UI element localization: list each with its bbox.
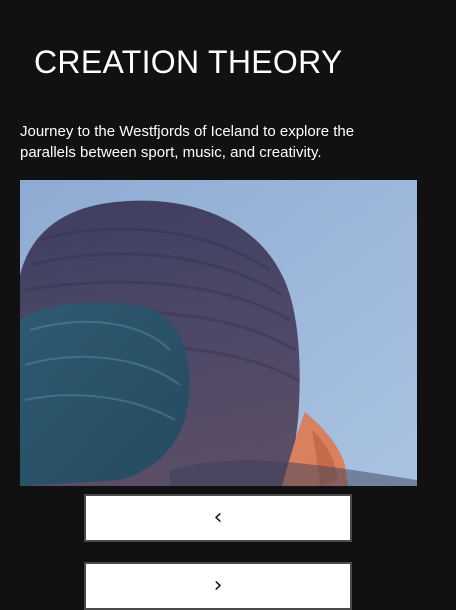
page-description: Journey to the Westfjords of Iceland to … [20, 123, 355, 161]
previous-button[interactable]: ‹ [84, 494, 352, 542]
hero-image [20, 180, 417, 486]
page-title: CREATION THEORY [34, 44, 343, 80]
chevron-left-icon: ‹ [213, 505, 223, 530]
hero-image-graphic [20, 180, 417, 486]
next-button[interactable]: › [84, 562, 352, 610]
chevron-right-icon: › [213, 573, 223, 598]
